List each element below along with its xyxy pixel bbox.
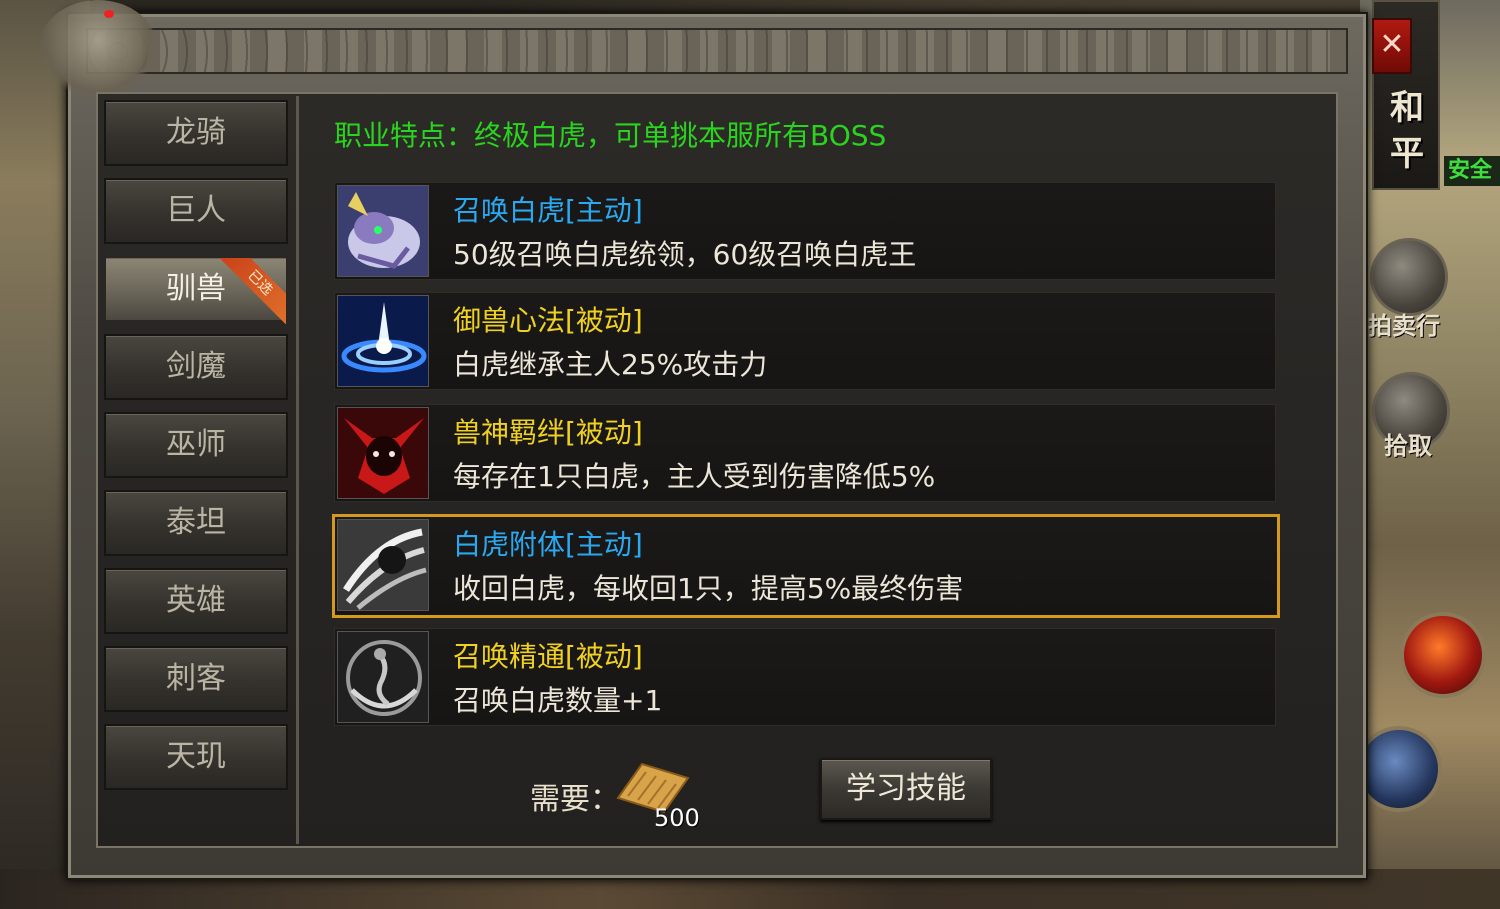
skill-title: 御兽心法[被动] [453, 304, 643, 337]
skill-description: 收回白虎，每收回1只，提高5%最终伤害 [453, 572, 964, 605]
auction-button[interactable] [1370, 238, 1448, 316]
skill-description: 召唤白虎数量+1 [453, 684, 663, 717]
fire-skill-icon[interactable] [1400, 612, 1486, 698]
tab-hero[interactable]: 英雄 [104, 568, 288, 634]
blue-vortex-icon [337, 295, 429, 387]
tab-tianji[interactable]: 天玑 [104, 724, 288, 790]
hero-skill-icon[interactable] [1356, 726, 1442, 812]
skill-row[interactable]: 御兽心法[被动] 白虎继承主人25%攻击力 [334, 292, 1276, 390]
skill-row-selected[interactable]: 白虎附体[主动] 收回白虎，每收回1只，提高5%最终伤害 [332, 514, 1280, 618]
tab-beast-tamer[interactable]: 驯兽 已选 [104, 256, 288, 324]
skill-title: 召唤精通[被动] [453, 640, 643, 673]
claw-slash-icon [337, 519, 429, 611]
peace-mode-char-1[interactable]: 和 [1390, 80, 1424, 129]
safe-zone-indicator: 安全 [1444, 156, 1500, 186]
tab-wizard[interactable]: 巫师 [104, 412, 288, 478]
tab-label: 驯兽 [166, 271, 226, 306]
dragon-eye-icon [104, 10, 114, 18]
skill-row[interactable]: 兽神羁绊[被动] 每存在1只白虎，主人受到伤害降低5% [334, 404, 1276, 502]
tab-label: 龙骑 [166, 115, 226, 150]
tab-label: 巫师 [166, 427, 226, 462]
class-trait-text: 职业特点：终极白虎，可单挑本服所有BOSS [334, 119, 887, 152]
tab-assassin[interactable]: 刺客 [104, 646, 288, 712]
requirement-count: 500 [654, 804, 700, 832]
panel-header-ornament [86, 28, 1348, 74]
requirement-label: 需要： [530, 782, 620, 817]
tab-label: 巨人 [166, 193, 226, 228]
selected-badge: 已选 [220, 258, 286, 324]
skill-row[interactable]: 召唤白虎[主动] 50级召唤白虎统领，60级召唤白虎王 [334, 182, 1276, 280]
skill-title: 白虎附体[主动] [453, 528, 643, 561]
tab-label: 刺客 [166, 661, 226, 696]
red-demon-icon [337, 407, 429, 499]
dragon-head-icon [38, 0, 158, 100]
learn-skill-button[interactable]: 学习技能 [820, 758, 992, 820]
tab-giant[interactable]: 巨人 [104, 178, 288, 244]
summon-spirit-icon [337, 631, 429, 723]
skill-description: 50级召唤白虎统领，60级召唤白虎王 [453, 238, 917, 271]
tab-label: 泰坦 [166, 505, 226, 540]
pickup-label: 拾取 [1384, 432, 1432, 460]
tab-label: 剑魔 [166, 349, 226, 384]
auction-label: 拍卖行 [1368, 312, 1440, 340]
tab-dragon-knight[interactable]: 龙骑 [104, 100, 288, 166]
skill-description: 每存在1只白虎，主人受到伤害降低5% [453, 460, 936, 493]
white-tiger-icon [337, 185, 429, 277]
tab-label: 天玑 [166, 739, 226, 774]
tab-sword-demon[interactable]: 剑魔 [104, 334, 288, 400]
skill-title: 召唤白虎[主动] [453, 194, 643, 227]
tab-titan[interactable]: 泰坦 [104, 490, 288, 556]
tab-label: 英雄 [166, 583, 226, 618]
peace-mode-char-2[interactable]: 平 [1390, 126, 1424, 175]
close-button[interactable]: ✕ [1372, 18, 1412, 74]
skill-row[interactable]: 召唤精通[被动] 召唤白虎数量+1 [334, 628, 1276, 726]
skill-description: 白虎继承主人25%攻击力 [453, 348, 768, 381]
skill-title: 兽神羁绊[被动] [453, 416, 643, 449]
